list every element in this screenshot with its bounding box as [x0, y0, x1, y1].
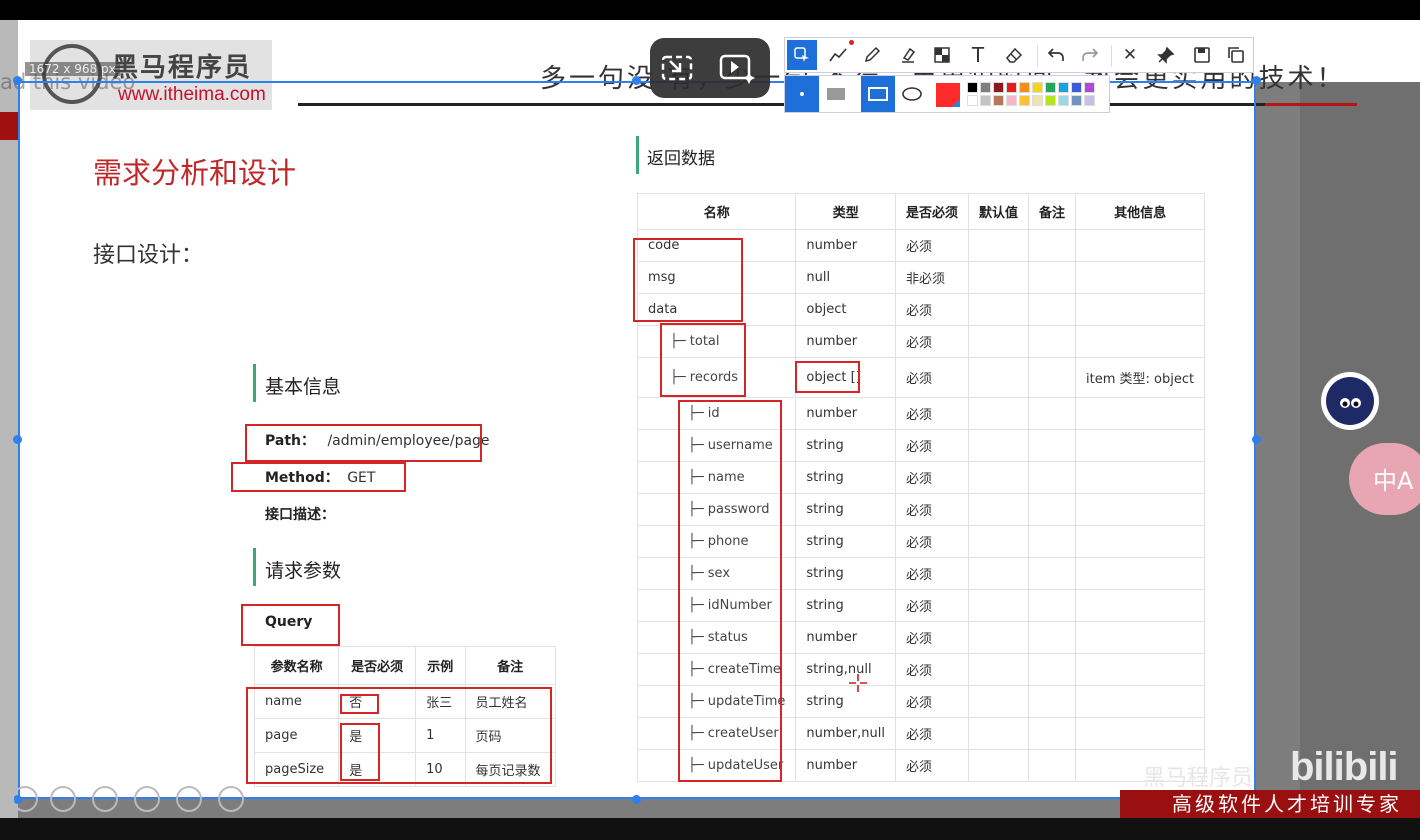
palette-swatch[interactable] — [1032, 95, 1043, 106]
mosaic-icon[interactable] — [927, 40, 957, 70]
resize-handle[interactable] — [632, 795, 641, 804]
resize-handle[interactable] — [1252, 76, 1261, 85]
toolbar-divider — [1111, 45, 1112, 67]
palette-swatch[interactable] — [1006, 82, 1017, 93]
more-icon[interactable] — [218, 786, 244, 812]
palette-swatch[interactable] — [1032, 82, 1043, 93]
video-enhance-icon[interactable] — [716, 47, 758, 89]
exit-pip-icon[interactable] — [656, 47, 698, 89]
line-icon[interactable] — [823, 40, 853, 70]
palette-swatch[interactable] — [1084, 82, 1095, 93]
previous-slide-icon[interactable] — [12, 786, 38, 812]
rectangle-icon[interactable] — [861, 76, 895, 112]
palette-swatch[interactable] — [1058, 82, 1069, 93]
text-icon[interactable]: T — [963, 40, 993, 70]
palette-swatch[interactable] — [993, 82, 1004, 93]
bottom-strip — [0, 818, 1420, 840]
fill-rect-icon[interactable] — [821, 79, 851, 109]
selection-dimensions-label: 1672 x 968 px — [25, 62, 120, 76]
play-icon[interactable] — [50, 786, 76, 812]
slides-icon[interactable] — [134, 786, 160, 812]
palette-swatch[interactable] — [1084, 95, 1095, 106]
palette-swatch[interactable] — [967, 82, 978, 93]
palette-swatch[interactable] — [1071, 95, 1082, 106]
red-tab — [0, 112, 18, 140]
resize-handle[interactable] — [13, 76, 22, 85]
palette-swatch[interactable] — [1071, 82, 1082, 93]
palette-swatch[interactable] — [1045, 82, 1056, 93]
stroke-size-small-icon[interactable] — [785, 76, 819, 112]
palette-swatch[interactable] — [1058, 95, 1069, 106]
eraser-icon[interactable] — [999, 40, 1029, 70]
palette-swatch[interactable] — [1019, 82, 1030, 93]
header-rule-accent — [1265, 103, 1357, 106]
palette-swatch[interactable] — [993, 95, 1004, 106]
current-color-swatch[interactable] — [935, 82, 961, 108]
palette-swatch[interactable] — [1006, 95, 1017, 106]
ellipse-icon[interactable] — [897, 79, 927, 109]
toolbar-divider — [1037, 45, 1038, 67]
translate-icon: 中A — [1373, 467, 1414, 495]
annotation-style-toolbar — [784, 75, 1110, 113]
palette-swatch[interactable] — [980, 95, 991, 106]
pen-icon[interactable] — [857, 40, 887, 70]
capture-selection-frame[interactable] — [18, 81, 1256, 799]
palette-swatch[interactable] — [980, 82, 991, 93]
palette-swatch[interactable] — [967, 95, 978, 106]
save-icon[interactable] — [1187, 40, 1217, 70]
assistant-avatar-face-icon — [1326, 377, 1374, 425]
pin-icon[interactable] — [1151, 40, 1181, 70]
copy-icon[interactable] — [1221, 40, 1251, 70]
redo-icon[interactable] — [1075, 40, 1105, 70]
resize-handle[interactable] — [13, 435, 22, 444]
resize-handle[interactable] — [1252, 435, 1261, 444]
highlighter-icon[interactable] — [893, 40, 923, 70]
pen-tool-icon[interactable] — [92, 786, 118, 812]
zoom-icon[interactable] — [176, 786, 202, 812]
resize-handle[interactable] — [632, 76, 641, 85]
select-icon[interactable] — [787, 40, 817, 70]
color-indicator-dot — [849, 40, 854, 45]
translate-button[interactable]: 中A — [1349, 443, 1420, 515]
undo-icon[interactable] — [1041, 40, 1071, 70]
annotation-toolbar: T ✕ — [784, 37, 1254, 73]
brand-tagline: 高级软件人才培训专家 — [1172, 792, 1402, 816]
bilibili-logo: bilibili — [1290, 745, 1399, 789]
close-icon[interactable]: ✕ — [1115, 40, 1145, 70]
palette-swatch[interactable] — [1019, 95, 1030, 106]
palette-swatch[interactable] — [1045, 95, 1056, 106]
